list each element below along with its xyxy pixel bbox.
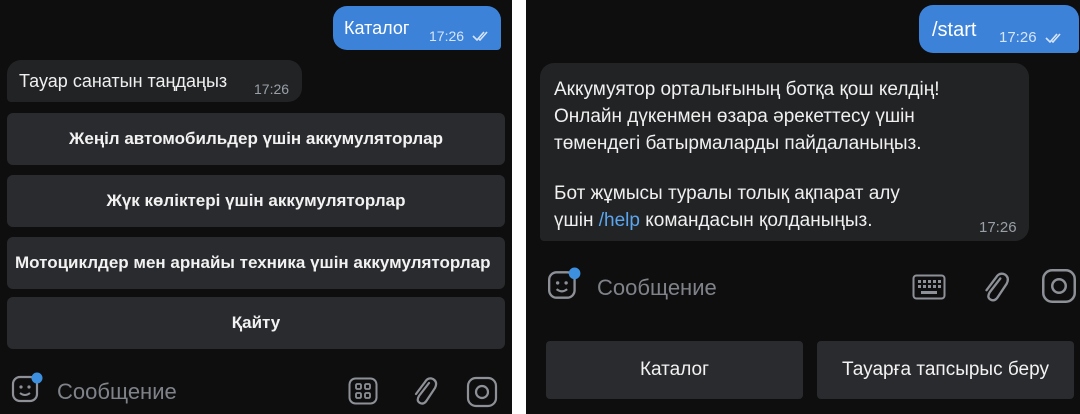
message-time: 17:26 [254, 81, 290, 97]
reply-button-catalog[interactable]: Каталог [546, 341, 803, 399]
button-label: Мотоциклдер мен арнайы техника үшін акку… [15, 253, 491, 272]
inline-button-moto-batteries[interactable]: Мотоциклдер мен арнайы техника үшін акку… [7, 237, 505, 289]
sticker-icon[interactable] [10, 372, 44, 406]
message-input-placeholder[interactable]: Сообщение [597, 275, 717, 301]
message-time: 17:26 [429, 28, 465, 44]
message-text: Каталог [344, 18, 410, 38]
welcome-paragraph: Аккумуятор орталығының ботқа қош келдің!… [554, 79, 940, 154]
inline-button-car-batteries[interactable]: Жеңіл автомобильдер үшін аккумуляторлар [7, 113, 505, 165]
sticker-icon[interactable] [546, 267, 582, 303]
outgoing-message-catalog[interactable]: Каталог 17:26 [333, 6, 501, 50]
inline-button-back[interactable]: Қайту [7, 297, 505, 349]
message-time: 17:26 [979, 219, 1017, 236]
incoming-message-choose-category[interactable]: Тауар санатын таңдаңыз 17:26 [7, 60, 302, 102]
paperclip-icon[interactable] [980, 269, 1010, 305]
button-label: Жеңіл автомобильдер үшін аккумуляторлар [69, 129, 443, 148]
help-text-suffix: командасын қолданыңыз. [639, 210, 873, 231]
bot-keyboard-icon[interactable] [348, 377, 378, 405]
paperclip-icon[interactable] [410, 374, 438, 408]
camera-icon[interactable] [466, 376, 498, 408]
inline-button-truck-batteries[interactable]: Жүк көліктері үшін аккумуляторлар [7, 175, 505, 227]
help-paragraph-line1: Бот жұмысы туралы толық ақпарат алу [554, 183, 900, 204]
camera-icon[interactable] [1041, 268, 1077, 304]
message-input-bar: Сообщение [526, 255, 1080, 319]
button-label: Тауарға тапсырыс беру [842, 359, 1049, 380]
message-text: Тауар санатын таңдаңыз [19, 71, 228, 91]
button-label: Жүк көліктері үшін аккумуляторлар [106, 191, 406, 210]
help-text-prefix: үшін [554, 210, 599, 231]
message-time: 17:26 [999, 29, 1037, 46]
incoming-welcome-message[interactable]: Аккумуятор орталығының ботқа қош келдің!… [540, 63, 1029, 241]
double-check-icon [472, 31, 488, 42]
message-input-bar: Сообщение [0, 360, 512, 414]
double-check-icon [1045, 33, 1061, 44]
keyboard-icon[interactable] [912, 274, 946, 300]
help-paragraph-line2: үшін /help командасын қолданыңыз. [554, 207, 873, 234]
help-command-link[interactable]: /help [599, 210, 640, 231]
reply-button-place-order[interactable]: Тауарға тапсырыс беру [817, 341, 1074, 399]
message-input-placeholder[interactable]: Сообщение [57, 379, 177, 405]
right-chat-screen: /start 17:26 Аккумуятор орталығының ботқ… [526, 0, 1080, 414]
message-text: /start [932, 19, 977, 41]
button-label: Каталог [639, 359, 710, 380]
button-label: Қайту [231, 313, 281, 332]
left-chat-screen: Каталог 17:26 Тауар санатын таңдаңыз 17:… [0, 0, 512, 414]
outgoing-message-start[interactable]: /start 17:26 [919, 5, 1079, 53]
